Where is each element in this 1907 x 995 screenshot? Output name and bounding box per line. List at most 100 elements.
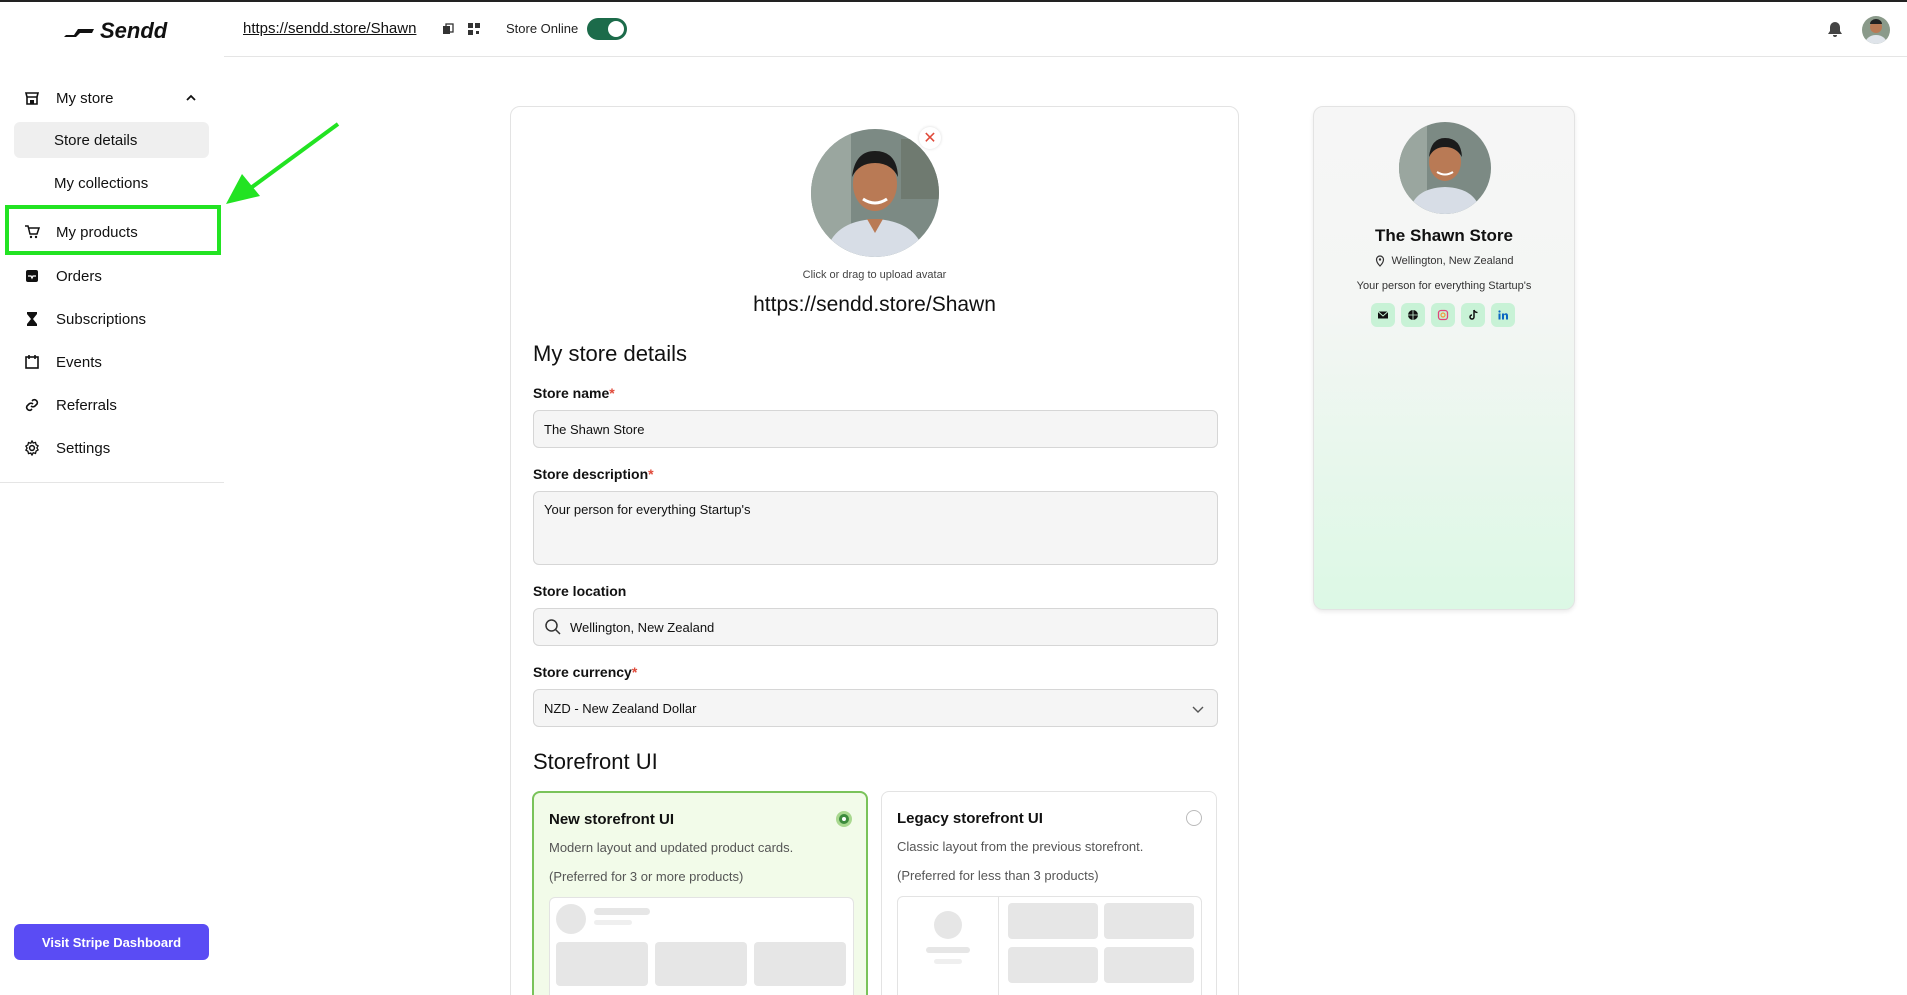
sidebar-item-label: Store details <box>54 131 138 149</box>
sidebar-item-label: Referrals <box>56 396 117 414</box>
store-online-toggle[interactable] <box>587 18 627 40</box>
logo-text: Sendd <box>100 18 168 43</box>
label-text: Store name <box>533 385 610 401</box>
map-pin-icon <box>1376 255 1385 267</box>
store-description-label: Store description* <box>533 466 654 482</box>
skeleton-line <box>934 959 962 964</box>
store-url-heading: https://sendd.store/Shawn <box>753 293 996 316</box>
gear-icon <box>22 438 42 458</box>
storefront-preview-card: The Shawn Store Wellington, New Zealand … <box>1313 106 1575 610</box>
label-text: Store location <box>533 583 627 599</box>
instagram-icon[interactable] <box>1431 303 1455 327</box>
input-value: Your person for everything Startup's <box>544 502 751 517</box>
visit-stripe-dashboard-button[interactable]: Visit Stripe Dashboard <box>14 924 209 960</box>
store-description-textarea[interactable]: Your person for everything Startup's <box>533 491 1218 565</box>
skeleton-line <box>926 947 970 953</box>
linkedin-icon[interactable] <box>1491 303 1515 327</box>
skeleton-line <box>594 920 632 925</box>
sidebar-item-label: Events <box>56 353 102 371</box>
required-marker: * <box>609 385 615 401</box>
sidebar-item-settings[interactable]: Settings <box>14 430 210 466</box>
store-icon <box>22 88 42 108</box>
radio-selected[interactable] <box>836 811 852 827</box>
sidebar-item-orders[interactable]: Orders <box>14 258 210 294</box>
upload-avatar-hint: Click or drag to upload avatar <box>802 269 947 281</box>
nav-section-label: My store <box>56 89 114 107</box>
sidebar-divider <box>0 482 224 483</box>
preview-store-name: The Shawn Store <box>1375 226 1513 245</box>
option-description: Modern layout and updated product cards. <box>549 840 794 855</box>
skeleton-card <box>1104 903 1194 939</box>
store-name-input[interactable]: The Shawn Store <box>533 410 1218 448</box>
bell-icon[interactable] <box>1826 20 1844 38</box>
mail-icon[interactable] <box>1371 303 1395 327</box>
skeleton-card <box>655 942 747 986</box>
nav-section-my-store[interactable]: My store <box>14 80 210 116</box>
sidebar-item-my-collections[interactable]: My collections <box>14 165 209 201</box>
required-marker: * <box>631 664 638 680</box>
sidebar-item-label: Subscriptions <box>56 310 147 328</box>
annotation-arrow-icon <box>226 122 340 204</box>
tiktok-icon[interactable] <box>1461 303 1485 327</box>
sidebar-item-label: My collections <box>54 174 149 192</box>
skeleton-line <box>594 908 650 915</box>
social-links <box>1371 303 1515 327</box>
column-divider <box>998 897 999 995</box>
input-value: Wellington, New Zealand <box>570 619 715 635</box>
store-currency-label: Store currency* <box>533 664 637 680</box>
store-online-label: Store Online <box>506 21 579 36</box>
preview-location: Wellington, New Zealand <box>1314 255 1574 267</box>
chevron-up-icon[interactable] <box>184 91 198 105</box>
skeleton-card <box>556 942 648 986</box>
preview-location-text: Wellington, New Zealand <box>1391 255 1514 267</box>
store-currency-select[interactable]: NZD - New Zealand Dollar <box>533 689 1218 727</box>
skeleton-card <box>1008 903 1098 939</box>
sidebar-item-events[interactable]: Events <box>14 344 210 380</box>
qr-code-icon[interactable] <box>466 21 482 37</box>
skeleton-avatar <box>934 911 962 939</box>
copy-icon[interactable] <box>440 21 456 37</box>
skeleton-card <box>1104 947 1194 983</box>
input-value: The Shawn Store <box>544 421 645 437</box>
new-layout-preview <box>549 897 854 995</box>
store-name-label: Store name* <box>533 385 615 401</box>
calendar-icon <box>22 352 42 372</box>
store-avatar-upload[interactable] <box>811 129 939 257</box>
toggle-knob <box>608 21 624 37</box>
label-text: Store currency <box>533 664 632 680</box>
skeleton-avatar <box>556 904 586 934</box>
sidebar-item-label: Orders <box>56 267 102 285</box>
sendd-logo[interactable]: Sendd <box>64 18 167 44</box>
top-header: https://sendd.store/Shawn Store Online <box>224 2 1907 57</box>
skeleton-card <box>754 942 846 986</box>
store-location-input[interactable]: Wellington, New Zealand <box>533 608 1218 646</box>
sidebar-item-referrals[interactable]: Referrals <box>14 387 210 423</box>
skeleton-card <box>1008 947 1098 983</box>
link-icon <box>22 395 42 415</box>
select-value: NZD - New Zealand Dollar <box>544 700 697 716</box>
remove-avatar-icon[interactable]: ✕ <box>919 127 941 149</box>
store-url-link[interactable]: https://sendd.store/Shawn <box>243 20 416 37</box>
sidebar: Sendd My store Store details My collecti… <box>0 2 224 995</box>
option-preference: (Preferred for 3 or more products) <box>549 869 744 884</box>
storefront-option-new[interactable]: New storefront UI Modern layout and upda… <box>532 791 868 995</box>
legacy-layout-preview <box>897 896 1202 995</box>
option-description: Classic layout from the previous storefr… <box>897 839 1144 854</box>
section-title-store-details: My store details <box>533 341 688 366</box>
option-title: New storefront UI <box>549 811 675 828</box>
inbox-icon <box>22 266 42 286</box>
logo-mark-icon <box>64 29 94 37</box>
sidebar-item-subscriptions[interactable]: Subscriptions <box>14 301 210 337</box>
store-details-card: ✕ Click or drag to upload avatar https:/… <box>510 106 1239 995</box>
required-marker: * <box>648 466 654 482</box>
globe-icon[interactable] <box>1401 303 1425 327</box>
user-avatar[interactable] <box>1862 16 1890 44</box>
option-title: Legacy storefront UI <box>897 810 1043 827</box>
radio-unselected[interactable] <box>1186 810 1202 826</box>
sidebar-item-label: Settings <box>56 439 111 457</box>
label-text: Store description <box>533 466 649 482</box>
store-location-label: Store location <box>533 583 626 599</box>
sidebar-item-store-details[interactable]: Store details <box>14 122 209 158</box>
option-preference: (Preferred for less than 3 products) <box>897 868 1099 883</box>
storefront-option-legacy[interactable]: Legacy storefront UI Classic layout from… <box>881 791 1217 995</box>
